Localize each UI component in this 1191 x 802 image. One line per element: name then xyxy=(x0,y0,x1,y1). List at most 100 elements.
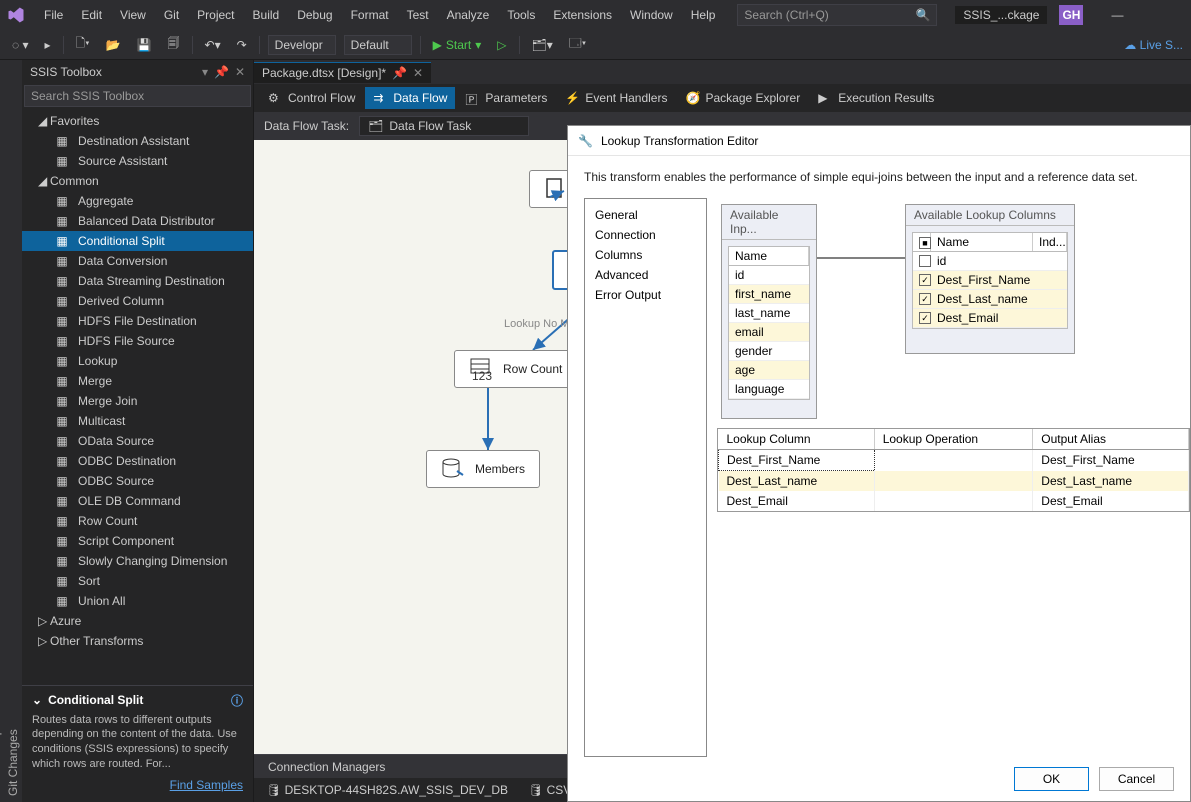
nav-advanced[interactable]: Advanced xyxy=(585,265,706,285)
lookup-column-row[interactable]: ✓Dest_Last_name xyxy=(913,290,1067,309)
input-column-row[interactable]: last_name xyxy=(729,304,809,323)
toolbox-search-input[interactable]: Search SSIS Toolbox xyxy=(24,85,251,107)
search-input[interactable]: Search (Ctrl+Q) 🔍 xyxy=(737,4,937,26)
toolbox-tree[interactable]: ◢Favorites ▦Destination Assistant▦Source… xyxy=(22,111,253,685)
pin-icon[interactable]: 📌 xyxy=(392,66,407,80)
check-all[interactable]: ■ xyxy=(919,237,931,249)
cancel-button[interactable]: Cancel xyxy=(1099,767,1174,791)
toolbox-item[interactable]: ▦Sort xyxy=(22,571,253,591)
lookup-column-row[interactable]: ✓Dest_First_Name xyxy=(913,271,1067,290)
menu-file[interactable]: File xyxy=(36,4,71,26)
input-column-row[interactable]: language xyxy=(729,380,809,399)
toolbox-item[interactable]: ▦Union All xyxy=(22,591,253,611)
toolbox-item[interactable]: ▦OData Source xyxy=(22,431,253,451)
menu-tools[interactable]: Tools xyxy=(499,4,543,26)
menu-edit[interactable]: Edit xyxy=(73,4,110,26)
tab-event-handlers[interactable]: ⚡Event Handlers xyxy=(557,87,675,109)
config-combo[interactable]: Developr xyxy=(268,35,336,55)
toolbox-item[interactable]: ▦Script Component xyxy=(22,531,253,551)
toolbox-item[interactable]: ▦HDFS File Source xyxy=(22,331,253,351)
grid-row[interactable]: Dest_First_NameDest_First_Name xyxy=(719,450,1189,471)
toolbox-item[interactable]: ▦Lookup xyxy=(22,351,253,371)
lookup-column-row[interactable]: id xyxy=(913,252,1067,271)
grid-row[interactable]: Dest_Last_nameDest_Last_name xyxy=(719,471,1189,492)
tab-data-flow[interactable]: ⇉Data Flow xyxy=(365,87,455,109)
save-all-button[interactable]: 🗐 xyxy=(164,32,184,57)
pin-icon[interactable]: 📌 xyxy=(214,65,229,79)
dropdown-icon[interactable]: ▾ xyxy=(202,65,208,79)
dialog-title-bar[interactable]: 🔧 Lookup Transformation Editor xyxy=(568,126,1190,156)
undo-button[interactable]: ↶▾ xyxy=(201,36,225,54)
menu-git[interactable]: Git xyxy=(156,4,187,26)
group-other[interactable]: ▷Other Transforms xyxy=(22,631,253,651)
live-share-button[interactable]: ☁ Live S... xyxy=(1124,38,1183,52)
toolbox-item[interactable]: ▦Merge Join xyxy=(22,391,253,411)
start-button[interactable]: ▶ Start ▾ xyxy=(429,36,486,54)
menu-build[interactable]: Build xyxy=(245,4,288,26)
chevron-down-icon[interactable]: ⌄ xyxy=(32,693,42,707)
nav-columns[interactable]: Columns xyxy=(585,245,706,265)
toolbox-item[interactable]: ▦OLE DB Command xyxy=(22,491,253,511)
group-azure[interactable]: ▷Azure xyxy=(22,611,253,631)
input-column-row[interactable]: email xyxy=(729,323,809,342)
grid-header[interactable]: Lookup Operation xyxy=(874,429,1033,450)
menu-window[interactable]: Window xyxy=(622,4,681,26)
grid-header[interactable]: Lookup Column xyxy=(719,429,875,450)
toolbox-item[interactable]: ▦Data Streaming Destination xyxy=(22,271,253,291)
solution-name[interactable]: SSIS_...ckage xyxy=(955,6,1047,24)
rail-solution-explorer[interactable]: Solution Explorer xyxy=(0,68,4,802)
col-header[interactable]: Name xyxy=(729,247,809,265)
toolbox-item[interactable]: ▦HDFS File Destination xyxy=(22,311,253,331)
toolbox-item[interactable]: ▦Aggregate xyxy=(22,191,253,211)
toolbox-item[interactable]: ▦ODBC Source xyxy=(22,471,253,491)
find-samples-link[interactable]: Find Samples xyxy=(32,778,243,792)
menu-analyze[interactable]: Analyze xyxy=(439,4,498,26)
checkbox[interactable]: ✓ xyxy=(919,293,931,305)
task-combo[interactable]: 🗂 Data Flow Task xyxy=(359,116,529,136)
toolbox-item[interactable]: ▦ODBC Destination xyxy=(22,451,253,471)
checkbox[interactable]: ✓ xyxy=(919,312,931,324)
conn-item-db[interactable]: 🛢 DESKTOP-44SH82S.AW_SSIS_DEV_DB xyxy=(266,783,508,797)
col-header[interactable]: Name xyxy=(931,233,1033,251)
group-favorites[interactable]: ◢Favorites xyxy=(22,111,253,131)
menu-test[interactable]: Test xyxy=(399,4,437,26)
package-button[interactable]: 🗂▾ xyxy=(528,36,557,54)
nav-fwd-button[interactable]: ▸ xyxy=(41,36,55,54)
checkbox[interactable] xyxy=(919,255,931,267)
menu-format[interactable]: Format xyxy=(343,4,397,26)
grid-row[interactable]: Dest_EmailDest_Email xyxy=(719,491,1189,511)
new-item-button[interactable]: 🗋▾ xyxy=(72,32,94,57)
tab-package-explorer[interactable]: 🧭Package Explorer xyxy=(677,87,808,109)
doc-tab-package[interactable]: Package.dtsx [Design]* 📌 ✕ xyxy=(254,62,431,83)
ok-button[interactable]: OK xyxy=(1014,767,1089,791)
toolbox-item[interactable]: ▦Slowly Changing Dimension xyxy=(22,551,253,571)
tab-control-flow[interactable]: ⚙Control Flow xyxy=(260,87,363,109)
input-column-row[interactable]: first_name xyxy=(729,285,809,304)
close-icon[interactable]: ✕ xyxy=(235,65,245,79)
mapping-grid[interactable]: Lookup Column Lookup Operation Output Al… xyxy=(717,428,1190,512)
open-button[interactable]: 📂 xyxy=(102,36,125,54)
menu-view[interactable]: View xyxy=(112,4,154,26)
toolbox-item[interactable]: ▦Merge xyxy=(22,371,253,391)
toolbox-item[interactable]: ▦Balanced Data Distributor xyxy=(22,211,253,231)
col-header[interactable]: Ind... xyxy=(1033,233,1067,251)
node-row-count[interactable]: 123 Row Count xyxy=(454,350,577,388)
lookup-columns-box[interactable]: Available Lookup Columns ■ Name Ind... i… xyxy=(905,204,1075,354)
redo-button[interactable]: ↷ xyxy=(233,36,251,54)
input-columns-box[interactable]: Available Inp... Name idfirst_namelast_n… xyxy=(721,204,817,419)
input-column-row[interactable]: age xyxy=(729,361,809,380)
checkbox[interactable]: ✓ xyxy=(919,274,931,286)
nav-connection[interactable]: Connection xyxy=(585,225,706,245)
close-icon[interactable]: ✕ xyxy=(413,66,423,80)
tab-execution-results[interactable]: ▶Execution Results xyxy=(810,87,942,109)
user-badge[interactable]: GH xyxy=(1059,5,1083,25)
save-button[interactable]: 💾 xyxy=(133,36,156,54)
nav-general[interactable]: General xyxy=(585,205,706,225)
menu-extensions[interactable]: Extensions xyxy=(545,4,620,26)
node-members[interactable]: Members xyxy=(426,450,540,488)
toolbox-item[interactable]: ▦Conditional Split xyxy=(22,231,253,251)
variables-button[interactable]: 🗔▾ xyxy=(565,32,590,57)
toolbox-item[interactable]: ▦Destination Assistant xyxy=(22,131,253,151)
toolbox-item[interactable]: ▦Multicast xyxy=(22,411,253,431)
toolbox-item[interactable]: ▦Derived Column xyxy=(22,291,253,311)
